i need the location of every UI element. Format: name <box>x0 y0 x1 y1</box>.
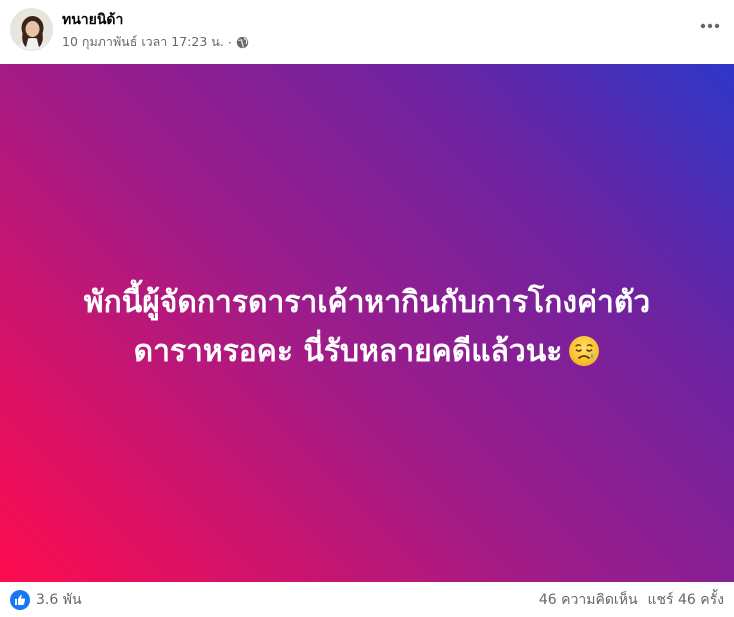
message-line-1: พักนี้ผู้จัดการดาราเค้าหากินกับการโกงค่า… <box>83 285 651 320</box>
post-footer: 3.6 พัน 46 ความคิดเห็น แชร์ 46 ครั้ง <box>0 582 734 617</box>
avatar-image <box>11 9 52 50</box>
crying-face-emoji <box>569 336 600 366</box>
post-timestamp[interactable]: 10 กุมภาพันธ์ เวลา 17:23 น. <box>62 32 224 52</box>
message-line-2-wrap: ดาราหรอคะ นี่รับหลายคดีแล้วนะ <box>84 327 650 376</box>
reaction-summary[interactable]: 3.6 พัน <box>10 589 82 611</box>
post-header: ทนายนิด้า 10 กุมภาพันธ์ เวลา 17:23 น. · <box>0 0 734 64</box>
post-meta: 10 กุมภาพันธ์ เวลา 17:23 น. · <box>62 32 249 52</box>
more-options-icon[interactable] <box>698 14 722 38</box>
comment-count[interactable]: 46 ความคิดเห็น <box>539 589 638 611</box>
engagement-stats: 46 ความคิดเห็น แชร์ 46 ครั้ง <box>539 589 724 611</box>
post-message: พักนี้ผู้จัดการดาราเค้าหากินกับการโกงค่า… <box>84 278 650 376</box>
author-avatar[interactable] <box>10 8 53 51</box>
facebook-post: ทนายนิด้า 10 กุมภาพันธ์ เวลา 17:23 น. · … <box>0 0 734 617</box>
share-count[interactable]: แชร์ 46 ครั้ง <box>648 589 724 611</box>
reaction-count[interactable]: 3.6 พัน <box>36 589 82 611</box>
meta-separator: · <box>227 34 232 50</box>
author-name[interactable]: ทนายนิด้า <box>62 9 123 31</box>
like-icon <box>10 589 30 610</box>
message-line-2: ดาราหรอคะ นี่รับหลายคดีแล้วนะ <box>133 334 563 369</box>
post-background: พักนี้ผู้จัดการดาราเค้าหากินกับการโกงค่า… <box>0 64 734 582</box>
globe-icon[interactable] <box>236 36 249 49</box>
